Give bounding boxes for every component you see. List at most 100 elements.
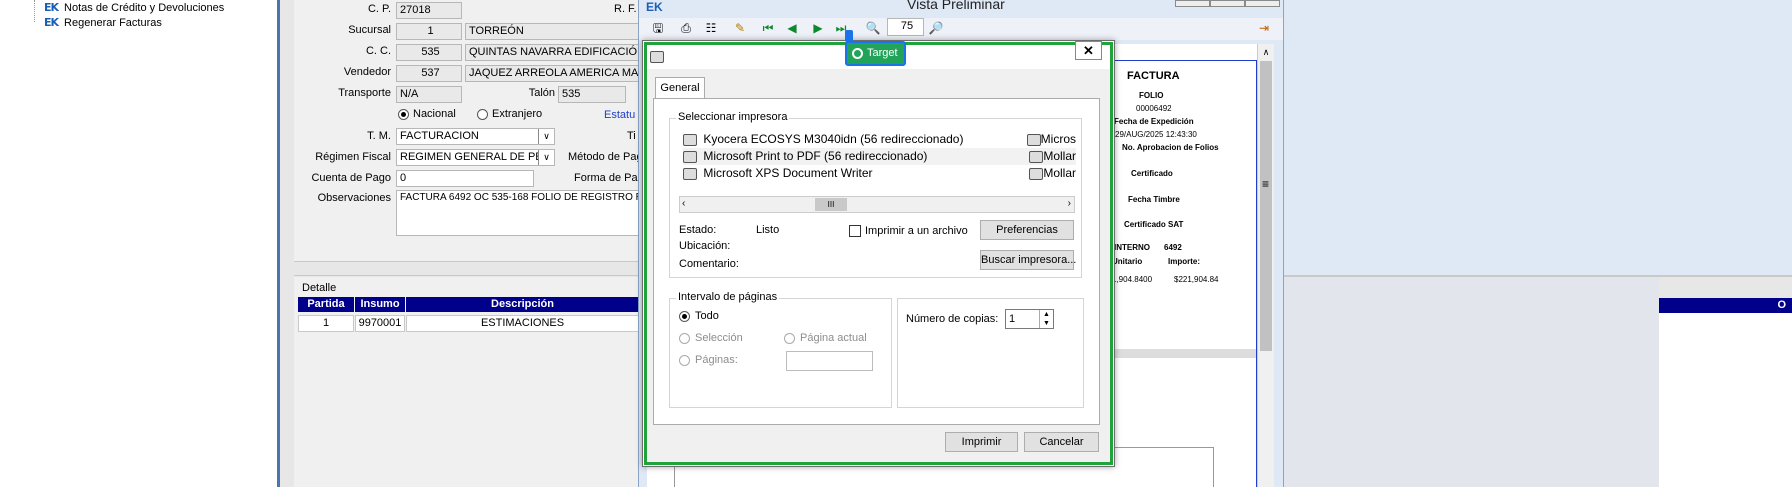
regimen-value: REGIMEN GENERAL DE PERS [400,151,555,163]
chevron-down-icon[interactable]: ∨ [538,129,554,144]
radio-indicator [477,108,488,120]
hscroll-thumb[interactable]: III [815,198,847,211]
todo-label: Todo [695,310,719,322]
printer-icon [1029,150,1044,163]
cancelar-button[interactable]: Cancelar [1024,432,1099,452]
spin-down-icon[interactable]: ▼ [1039,319,1053,328]
transporte-field[interactable]: N/A [396,86,462,103]
minimize-button[interactable] [1175,0,1210,7]
search-icon[interactable]: ✎ [732,20,748,36]
vendedor-code-field[interactable]: 537 [396,65,462,82]
todo-radio[interactable]: Todo [679,310,719,322]
tab-general[interactable]: General [655,77,705,99]
regimen-select[interactable]: REGIMEN GENERAL DE PERS ∨ [396,149,555,166]
paginas-input[interactable] [786,351,873,371]
zoom-in-icon[interactable]: 🔎 [928,20,944,36]
right-col-header[interactable]: O [1659,298,1792,313]
zoom-out-icon[interactable]: 🔍 [865,20,881,36]
nacional-radio[interactable]: Nacional [398,108,456,120]
print-icon[interactable]: ⎙ [678,20,694,36]
printer-location: Mollar [1029,148,1076,165]
tree-item-notas-credito[interactable]: EK Notas de Crédito y Devoluciones [44,0,224,15]
ek-icon: EK [44,16,59,29]
scroll-up-icon[interactable]: ∧ [1258,44,1274,60]
first-page-icon[interactable]: ⏮ [760,20,776,36]
preview-scrollbar[interactable]: ∧ [1257,44,1274,487]
zoom-field[interactable]: 75 [887,18,924,36]
grip-icon: ≡ [1262,177,1270,191]
next-page-icon[interactable]: ▶ [810,20,826,36]
spin-up-icon[interactable]: ▲ [1039,310,1053,319]
cc-name-field[interactable]: QUINTAS NAVARRA EDIFICACIÓN [465,44,640,61]
cuenta-field[interactable]: 0 [396,170,534,187]
printer-name: Kyocera ECOSYS M3040idn (56 redirecciona… [703,132,964,146]
cp-field[interactable]: 27018 [396,2,462,19]
rf-label: R. F. [614,3,637,15]
save-icon[interactable]: 🖫 [650,20,666,36]
invoice-fecha: 29/AUG/2025 12:43:30 [1115,130,1197,139]
table-cell-descripcion[interactable]: ESTIMACIONES [406,315,639,332]
obs-label: Observaciones [317,192,391,204]
buscar-impresora-button[interactable]: Buscar impresora... [980,250,1076,270]
sucursal-code-field[interactable]: 1 [396,23,462,40]
radio-indicator [679,354,690,366]
printer-check-icon [683,150,697,163]
invoice-interno-label: INTERNO [1114,243,1150,252]
tree-item-label: Notas de Crédito y Devoluciones [64,1,225,14]
radio-indicator [784,332,795,344]
printer-item[interactable]: Microsoft XPS Document Writer Mollar [683,165,1076,182]
ubicacion-label: Ubicación: [679,240,731,252]
invoice-certificado-label: Certificado [1131,169,1173,178]
col-header-insumo[interactable]: Insumo [355,297,405,312]
col-header-partida[interactable]: Partida [298,297,354,312]
dialog-close-button[interactable]: ✕ [1075,41,1102,60]
invoice-interno-value: 6492 [1164,243,1182,252]
prev-page-icon[interactable]: ◀ [784,20,800,36]
col-header-descripcion[interactable]: Descripción [406,297,639,312]
seleccion-radio[interactable]: Selección [679,332,743,344]
cuenta-label: Cuenta de Pago [311,172,391,184]
copies-spinner[interactable]: 1 ▲ ▼ [1005,309,1054,329]
printer-hscroll[interactable]: ‹ III › [679,196,1075,213]
sucursal-label: Sucursal [348,24,391,36]
detalle-title: Detalle [302,282,337,294]
invoice-timbre-label: Fecha Timbre [1128,195,1180,204]
close-window-button[interactable] [1245,0,1280,7]
maximize-button[interactable] [1210,0,1245,7]
cc-code-field[interactable]: 535 [396,44,462,61]
exit-icon[interactable]: ⇥ [1256,20,1272,36]
pagina-actual-label: Página actual [800,332,867,344]
comentario-label: Comentario: [679,258,739,270]
pagina-actual-radio[interactable]: Página actual [784,332,867,344]
printer-name: Microsoft XPS Document Writer [703,166,873,180]
imprimir-button[interactable]: Imprimir [945,432,1018,452]
print-to-file-checkbox[interactable]: Imprimir a un archivo [849,225,968,237]
obs-textarea[interactable]: FACTURA 6492 OC 535-168 FOLIO DE REGISTR… [396,190,640,236]
printer-item[interactable]: Kyocera ECOSYS M3040idn (56 redirecciona… [683,131,1076,148]
talon-field[interactable]: 535 [558,86,626,103]
invoice-unitario-value: 1,904.8400 [1112,275,1153,284]
extranjero-radio[interactable]: Extranjero [477,108,542,120]
vendedor-label: Vendedor [343,66,391,78]
target-label: Target [867,47,898,59]
table-cell-partida[interactable]: 1 [298,315,354,332]
copies-label: Número de copias: [906,313,999,325]
checkbox-box [849,225,861,237]
preferencias-button[interactable]: Preferencias [980,220,1074,240]
scroll-thumb[interactable] [1260,61,1272,351]
tree-item-regenerar-facturas[interactable]: EK Regenerar Facturas [44,15,162,30]
tm-select[interactable]: FACTURACION ∨ [396,128,555,145]
paginas-radio[interactable]: Páginas: [679,354,738,366]
tree-panel: EK Notas de Crédito y Devoluciones EK Re… [0,0,280,487]
radio-indicator [679,310,690,322]
page-setup-icon[interactable]: ☷ [703,20,719,36]
scroll-left-icon[interactable]: ‹ [682,198,685,209]
sucursal-name-field[interactable]: TORREÓN [465,23,640,40]
chevron-down-icon[interactable]: ∨ [538,150,554,165]
print-to-file-label: Imprimir a un archivo [865,225,968,237]
table-cell-insumo[interactable]: 9970001 [355,315,405,332]
printer-item-selected[interactable]: Microsoft Print to PDF (56 redireccionad… [683,148,1076,165]
scroll-right-icon[interactable]: › [1068,198,1071,209]
estado-label: Estado: [679,224,717,236]
vendedor-name-field[interactable]: JAQUEZ ARREOLA AMERICA MARL [465,65,640,82]
